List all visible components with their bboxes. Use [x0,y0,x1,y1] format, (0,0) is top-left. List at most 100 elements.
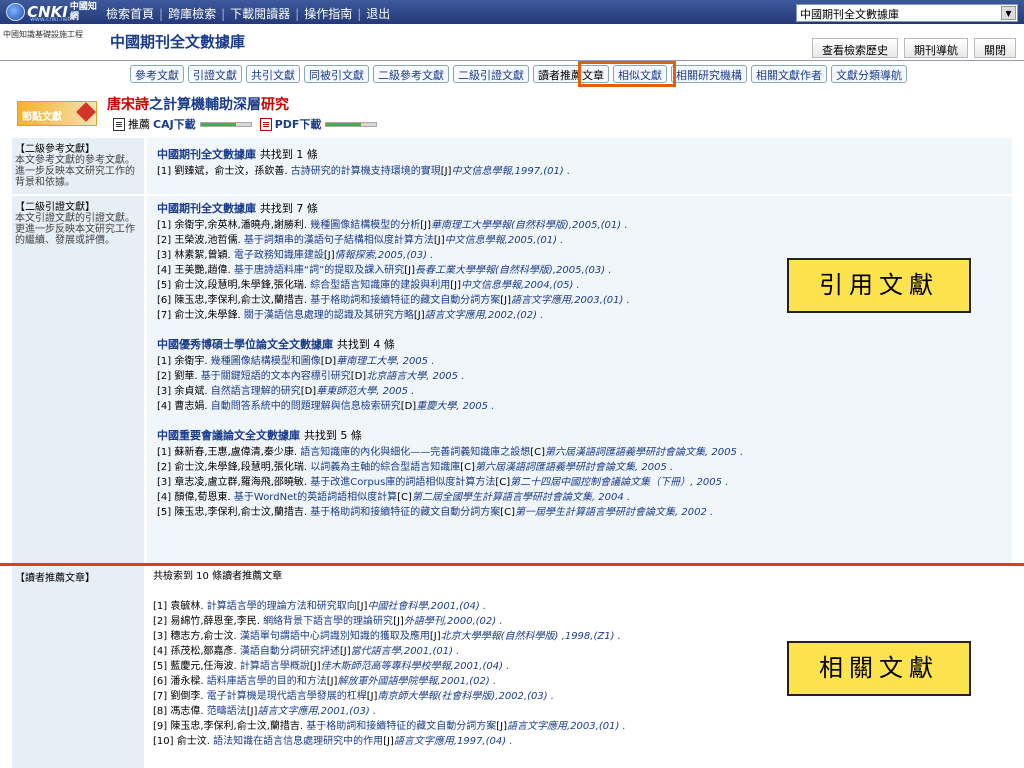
tab-related-authors[interactable]: 相關文獻作者 [751,65,827,83]
reference-source-link[interactable]: 第二十四屆中國控制會議論文集（下冊） [510,477,690,488]
nav-logout[interactable]: 退出 [366,7,390,21]
reference-title-link[interactable]: 基于關鍵短語的文本內容標引研究 [201,371,351,382]
reference-title-link[interactable]: 綜合型語言知識庫的建設與利用 [310,280,450,291]
reference-title-link[interactable]: 幾種圖像結構模型和圖像 [211,356,321,367]
journal-nav-button[interactable]: 期刊導航 [904,38,968,58]
nav-search-home[interactable]: 檢索首頁 [106,7,154,21]
reference-title-link[interactable]: 電子政務知識庫建設 [234,250,324,261]
nav-download-reader[interactable]: 下載閱讀器 [230,7,290,21]
database-group-heading: 中國期刊全文數據庫 共找到 1 條 [157,146,1002,162]
reference-source-link[interactable]: 語言文字應用 [394,736,454,747]
reference-title-link[interactable]: 關于漢語信息處理的認識及其研究方略 [244,310,414,321]
reference-authors: 劉臻斌，俞士汶，孫欽善. [174,166,291,177]
reference-source-link[interactable]: 中文信息學報 [461,280,521,291]
reference-title-link[interactable]: 幾種圖像結構模型的分析 [310,220,420,231]
reference-year: , 2005 . [705,447,744,458]
reference-source-link[interactable]: 第二屆全國學生計算語言學研討會論文集 [412,492,592,503]
view-search-history-button[interactable]: 查看檢索歷史 [812,38,898,58]
reference-source-link[interactable]: 華南理工大學學報(自然科學版) [431,220,569,231]
reference-source-link[interactable]: 北京語言大學 [366,371,426,382]
reference-source-link[interactable]: 中國社會科學 [367,601,427,612]
tab-secondary-citing[interactable]: 二級引證文獻 [453,65,529,83]
reference-year: ,2002,(03) . [495,691,554,702]
reference-title-link[interactable]: 基于格助詞和接續特征的藏文自動分詞方案 [310,295,500,306]
nav-cross-search[interactable]: 跨庫檢索 [168,7,216,21]
reference-number: [2] [157,462,175,473]
reference-source-link[interactable]: 華南理工大學 [336,356,396,367]
reference-title-link[interactable]: 基于格助詞和接續特征的藏文自動分詞方案 [310,507,500,518]
reference-source-link[interactable]: 第六屆漢語詞匯語義學研討會論文集 [475,462,635,473]
reference-title-link[interactable]: 語法知識在語言信息處理研究中的作用 [213,736,383,747]
reference-source-link[interactable]: 語言文字應用 [507,721,567,732]
reference-source-link[interactable]: 第六屆漢語詞匯語義學研討會論文集 [545,447,705,458]
reference-source-link[interactable]: 北京大學學報(自然科學版) [441,631,559,642]
logo-url: www.cnki.net [30,16,71,23]
database-select[interactable]: 中國期刊全文數據庫 ▼ [796,4,1018,22]
reference-title-link[interactable]: 網絡背景下語言學的理論研究 [263,616,393,627]
reference-title-link[interactable]: 漢語單句謂語中心詞識別知識的獲取及應用 [240,631,430,642]
reference-source-link[interactable]: 當代語言學 [351,646,401,657]
reference-title-link[interactable]: 電子計算機是現代語言學發展的杠桿 [207,691,367,702]
reference-year: , 2005 . [456,401,495,412]
reference-title-link[interactable]: 語言知識庫的內化與細化——完善詞義知識庫之設想 [300,447,530,458]
reference-type: [J] [404,265,416,276]
reference-title-link[interactable]: 自動問答系統中的問題理解與信息檢索研究 [211,401,401,412]
reference-title-link[interactable]: 自然語言理解的研究 [211,386,301,397]
reference-title-link[interactable]: 基于改進Corpus庫的詞語相似度計算方法 [310,477,495,488]
reference-type: [D] [350,371,367,382]
database-name-link[interactable]: 中國期刊全文數據庫 [157,202,260,215]
reference-source-link[interactable]: 長春工業大學學報(自然科學版) [415,265,553,276]
article-title: 唐宋詩之計算機輔助深層研究 [107,94,289,114]
database-title: 中國期刊全文數據庫 [110,33,246,51]
database-name-link[interactable]: 中國期刊全文數據庫 [157,148,260,161]
reference-number: [1] [157,356,175,367]
reference-source-link[interactable]: 佳木斯師范高等專科學校學報 [321,661,451,672]
reference-title-link[interactable]: 基于格助詞和接續特征的藏文自動分詞方案 [306,721,496,732]
reference-year: , 2004 . [591,492,631,503]
chevron-down-icon[interactable]: ▼ [1001,6,1016,20]
database-group-heading: 中國重要會議論文全文數據庫 共找到 5 條 [157,427,1002,443]
reference-source-link[interactable]: 華東師范大學 [316,386,376,397]
reference-source-link[interactable]: 解放軍外國語學院學報 [337,676,437,687]
reference-title-link[interactable]: 計算語言學概說 [240,661,310,672]
reference-title-link[interactable]: 基于WordNet的英語詞語相似度計算 [234,492,397,503]
reference-authors: 劉倒李. [170,691,207,702]
reference-source-link[interactable]: 第一屆學生計算語言學研討會論文集 [515,507,675,518]
reference-source-link[interactable]: 語言文字應用 [511,295,571,306]
tab-references[interactable]: 參考文獻 [130,65,184,83]
reference-title-link[interactable]: 漢語自動分詞研究評述 [240,646,340,657]
reference-source-link[interactable]: 中文信息學報 [445,235,505,246]
reference-title-link[interactable]: 基于詞類串的漢語句子結構相似度計算方法 [244,235,434,246]
tab-co-cited[interactable]: 共引文獻 [246,65,300,83]
tab-secondary-references[interactable]: 二級參考文獻 [373,65,449,83]
reference-source-link[interactable]: 語言文字應用 [257,706,317,717]
tab-co-citing[interactable]: 同被引文獻 [304,65,369,83]
node-document-banner: 節點文獻 [17,101,97,126]
reference-source-link[interactable]: 情報探索 [335,250,375,261]
reference-source-link[interactable]: 語言文字應用 [425,310,485,321]
database-name-link[interactable]: 中國優秀博碩士學位論文全文數據庫 [157,338,337,351]
tab-related-institutions[interactable]: 相關研究機構 [671,65,747,83]
reference-year: , 2005 . [426,371,465,382]
reference-title-link[interactable]: 范疇語法 [207,706,247,717]
reference-type: [J] [393,616,404,627]
reference-title-link[interactable]: 古詩研究的計算機支持環境的實現 [291,166,441,177]
pdf-download-link[interactable]: PDF下載 [275,116,322,132]
title-part-3: 研究 [261,97,289,113]
reference-source-link[interactable]: 中文信息學報 [451,166,511,177]
tab-classification-nav[interactable]: 文獻分類導航 [831,65,907,83]
database-name-link[interactable]: 中國重要會議論文全文數據庫 [157,429,304,442]
nav-guide[interactable]: 操作指南 [304,7,352,21]
reference-title-link[interactable]: 計算語言學的理論方法和研究取向 [207,601,357,612]
reference-title-link[interactable]: 語料庫語言學的目的和方法 [207,676,327,687]
reference-title-link[interactable]: 基于唐詩語料庫“詞”的提取及課入研究 [234,265,404,276]
reference-source-link[interactable]: 外語學刊 [404,616,444,627]
reference-source-link[interactable]: 南京師大學報(社會科學版) [377,691,495,702]
tab-citing[interactable]: 引證文獻 [188,65,242,83]
reference-type: [J] [420,220,432,231]
reference-authors: 袁毓林. [170,601,207,612]
close-button[interactable]: 關閉 [974,38,1016,58]
reference-title-link[interactable]: 以詞義為主軸的綜合型語言知識庫 [310,462,460,473]
reference-source-link[interactable]: 重慶大學 [416,401,456,412]
caj-download-link[interactable]: CAJ下載 [153,116,196,132]
